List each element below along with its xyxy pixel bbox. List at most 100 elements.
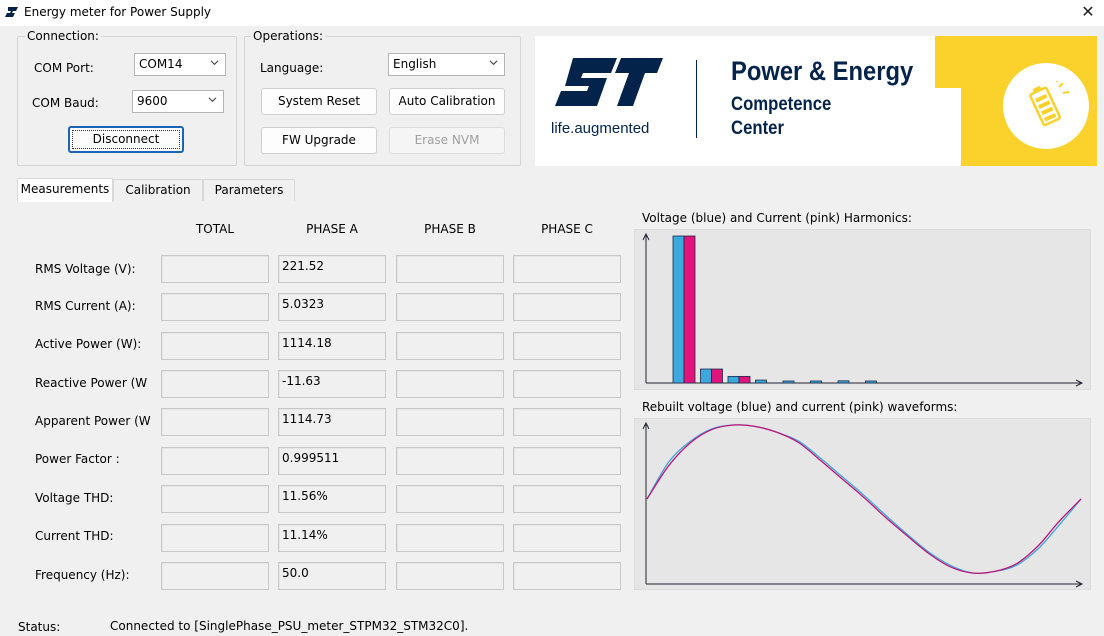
operations-group-title: Operations: — [251, 29, 326, 43]
row-label: Power Factor : — [35, 452, 120, 466]
column-header-phase-b: PHASE B — [424, 222, 476, 236]
phase-c-field — [513, 408, 621, 436]
row-label: RMS Current (A): — [35, 299, 136, 313]
total-field — [161, 447, 269, 475]
phase-b-field — [396, 332, 504, 360]
system-reset-button[interactable]: System Reset — [261, 88, 377, 115]
com-baud-value: 9600 — [137, 94, 168, 108]
phase-c-field — [513, 447, 621, 475]
waveform-chart-area — [634, 418, 1091, 590]
waveform-voltage-line — [646, 424, 1082, 575]
phase-b-field — [396, 408, 504, 436]
harmonic-bar-voltage-1 — [672, 235, 685, 384]
total-field — [161, 408, 269, 436]
tab-calibration[interactable]: Calibration — [113, 179, 203, 201]
phase-a-field: 5.0323 — [278, 293, 386, 321]
phase-a-field: 1114.73 — [278, 408, 386, 436]
tab-parameters[interactable]: Parameters — [203, 179, 295, 201]
language-select[interactable]: English — [388, 53, 505, 76]
harmonics-chart-title: Voltage (blue) and Current (pink) Harmon… — [642, 211, 912, 225]
title-bar: Energy meter for Power Supply ✕ — [0, 0, 1104, 26]
row-label: RMS Voltage (V): — [35, 262, 136, 276]
chevron-down-icon — [208, 97, 217, 103]
harmonic-bar-current-5 — [738, 375, 751, 384]
row-label: Active Power (W): — [35, 337, 142, 351]
phase-b-field — [396, 524, 504, 552]
phase-b-field — [396, 370, 504, 398]
waveform-chart — [642, 421, 1084, 588]
waveform-chart-title: Rebuilt voltage (blue) and current (pink… — [642, 400, 958, 414]
harmonic-bar-voltage-9 — [782, 380, 795, 384]
phase-b-field — [396, 447, 504, 475]
total-field — [161, 255, 269, 283]
banner-sub1: Competence — [731, 94, 832, 115]
harmonic-bar-current-3 — [711, 368, 723, 384]
com-port-label: COM Port: — [34, 61, 94, 75]
phase-a-field: -11.63 — [278, 370, 386, 398]
row-label: Frequency (Hz): — [35, 568, 130, 582]
row-label: Apparent Power (W — [35, 414, 151, 428]
chevron-down-icon — [210, 60, 219, 66]
harmonic-bar-voltage-15 — [865, 380, 877, 384]
auto-calibration-button[interactable]: Auto Calibration — [389, 88, 505, 115]
erase-nvm-button[interactable]: Erase NVM — [389, 127, 505, 154]
total-field — [161, 370, 269, 398]
harmonics-chart-area — [634, 229, 1091, 390]
column-header-phase-a: PHASE A — [306, 222, 358, 236]
language-label: Language: — [260, 61, 324, 75]
phase-c-field — [513, 255, 621, 283]
harmonic-bar-voltage-11 — [810, 380, 822, 384]
phase-a-field: 0.999511 — [278, 447, 386, 475]
total-field — [161, 562, 269, 590]
language-value: English — [393, 57, 437, 71]
phase-c-field — [513, 332, 621, 360]
phase-a-field: 221.52 — [278, 255, 386, 283]
com-port-select[interactable]: COM14 — [134, 53, 226, 76]
close-icon[interactable]: ✕ — [1078, 2, 1098, 22]
column-header-phase-c: PHASE C — [541, 222, 593, 236]
row-label: Reactive Power (W — [35, 376, 148, 390]
st-logo-icon — [5, 7, 18, 17]
disconnect-button[interactable]: Disconnect — [68, 126, 184, 153]
total-field — [161, 524, 269, 552]
banner-heading: Power & Energy — [731, 56, 914, 86]
row-label: Current THD: — [35, 529, 114, 543]
total-field — [161, 485, 269, 513]
harmonic-bar-voltage-5 — [727, 375, 740, 384]
connection-group-title: Connection: — [25, 29, 101, 43]
st-banner: life.augmented Power & Energy Competence… — [535, 36, 1097, 166]
battery-icon — [1029, 81, 1070, 127]
column-header-total: TOTAL — [195, 222, 235, 236]
phase-c-field — [513, 524, 621, 552]
phase-b-field — [396, 293, 504, 321]
fw-upgrade-button[interactable]: FW Upgrade — [261, 127, 377, 154]
com-baud-label: COM Baud: — [32, 96, 99, 110]
banner-divider — [696, 60, 697, 138]
harmonic-bar-voltage-3 — [700, 368, 712, 384]
waveform-current-line — [646, 424, 1082, 574]
st-logo — [555, 58, 663, 106]
com-baud-select[interactable]: 9600 — [132, 90, 224, 113]
phase-c-field — [513, 370, 621, 398]
banner-sub2: Center — [731, 118, 784, 139]
status-label: Status: — [18, 620, 61, 634]
tab-measurements[interactable]: Measurements — [17, 178, 113, 202]
chevron-down-icon — [489, 60, 498, 66]
phase-a-field: 50.0 — [278, 562, 386, 590]
phase-b-field — [396, 562, 504, 590]
phase-c-field — [513, 485, 621, 513]
harmonic-bar-current-1 — [683, 235, 696, 384]
total-field — [161, 332, 269, 360]
window-title: Energy meter for Power Supply — [24, 5, 212, 19]
phase-b-field — [396, 485, 504, 513]
row-label: Voltage THD: — [35, 491, 114, 505]
harmonic-bar-voltage-13 — [837, 380, 850, 384]
phase-a-field: 1114.18 — [278, 332, 386, 360]
phase-a-field: 11.56% — [278, 485, 386, 513]
status-text: Connected to [SinglePhase_PSU_meter_STPM… — [110, 619, 469, 633]
banner-yellow-notch — [935, 36, 975, 88]
harmonic-bar-voltage-7 — [755, 379, 767, 384]
phase-b-field — [396, 255, 504, 283]
com-port-value: COM14 — [139, 57, 183, 71]
total-field — [161, 293, 269, 321]
